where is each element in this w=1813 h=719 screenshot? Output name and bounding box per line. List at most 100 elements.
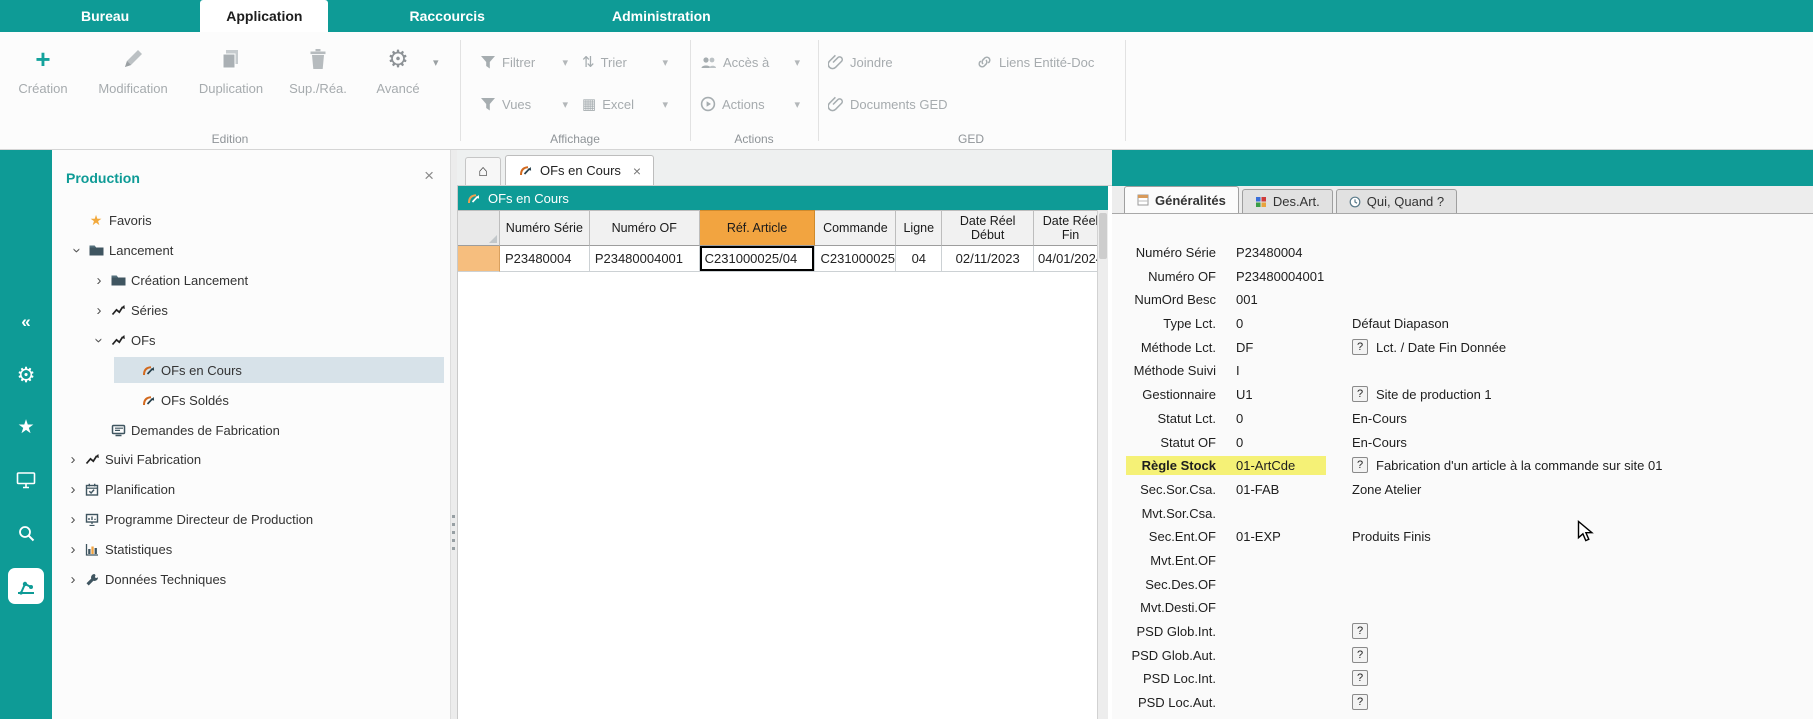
tree-item-programme-directeur[interactable]: › Programme Directeur de Production <box>52 506 444 532</box>
advanced-button[interactable]: ⚙ Avancé <box>353 42 443 96</box>
document-tab-ofs-en-cours[interactable]: OFs en Cours × <box>505 155 654 185</box>
close-tab-icon[interactable]: × <box>633 163 641 179</box>
menu-tab-bureau[interactable]: Bureau <box>55 0 155 32</box>
views-button[interactable]: Vues ▾ <box>480 94 568 114</box>
grid-header-ligne[interactable]: Ligne <box>896 210 942 246</box>
field-label: Mvt.Desti.OF <box>1112 600 1216 615</box>
menu-tab-application[interactable]: Application <box>200 0 328 32</box>
field-regle-stock: Règle Stock 01-ArtCde ? Fabrication d'un… <box>1112 455 1813 479</box>
expander-icon[interactable]: › <box>64 511 82 528</box>
help-button[interactable]: ? <box>1352 670 1368 686</box>
help-button[interactable]: ? <box>1352 457 1368 473</box>
mouse-cursor <box>1577 520 1599 544</box>
ged-documents-button[interactable]: Documents GED <box>828 94 948 114</box>
cell-ref-article-selected[interactable]: C231000025/04 <box>700 246 816 272</box>
tree-item-creation-lancement[interactable]: › Création Lancement <box>52 267 444 293</box>
expander-icon[interactable]: › <box>64 451 82 468</box>
modification-button[interactable]: Modification <box>88 42 178 96</box>
grid-header-ref-article[interactable]: Réf. Article <box>700 210 816 246</box>
cell-numero-of[interactable]: P23480004001 <box>590 246 700 272</box>
tree-item-label: Lancement <box>109 243 173 258</box>
menu-tab-raccourcis[interactable]: Raccourcis <box>383 0 510 32</box>
scrollbar-thumb[interactable] <box>1099 213 1107 259</box>
nav-desktop-button[interactable] <box>0 463 52 497</box>
help-button[interactable]: ? <box>1352 339 1368 355</box>
grid-header-select-all[interactable] <box>458 210 500 246</box>
actions-button[interactable]: Actions ▾ <box>700 94 800 114</box>
trend-arrow-icon <box>108 304 128 316</box>
field-desc: En-Cours <box>1352 411 1407 426</box>
excel-button[interactable]: ▦ Excel ▾ <box>582 94 668 114</box>
grid-header-commande[interactable]: Commande <box>815 210 896 246</box>
tree-item-planification[interactable]: › Planification <box>52 476 444 502</box>
tree-item-label: Statistiques <box>105 542 172 557</box>
home-tab[interactable]: ⌂ <box>465 157 501 185</box>
duplication-button[interactable]: Duplication <box>186 42 276 96</box>
help-button[interactable]: ? <box>1352 386 1368 402</box>
group-label-affichage: Affichage <box>550 132 600 146</box>
tree-item-demandes-fabrication[interactable]: Demandes de Fabrication <box>52 417 444 443</box>
tree-item-label: Données Techniques <box>105 572 226 587</box>
field-statut-lct: Statut Lct. 0 En-Cours <box>1112 408 1813 432</box>
collapse-panel-button[interactable]: « <box>0 305 52 339</box>
detail-header-strip <box>1112 150 1813 186</box>
expander-icon[interactable]: › <box>90 272 108 289</box>
filter-button[interactable]: Filtrer ▾ <box>480 52 568 72</box>
nav-search-button[interactable] <box>0 516 52 550</box>
sort-button[interactable]: ⇅ Trier ▾ <box>582 52 668 72</box>
cell-ligne[interactable]: 04 <box>896 246 942 272</box>
tree-item-series[interactable]: › Séries <box>52 297 444 323</box>
tree-item-favoris[interactable]: ★ Favoris <box>52 207 444 233</box>
expander-icon[interactable]: › <box>64 481 82 498</box>
access-button[interactable]: Accès à ▾ <box>700 52 800 72</box>
field-numero-of: Numéro OF P23480004001 <box>1112 266 1813 290</box>
help-button[interactable]: ? <box>1352 647 1368 663</box>
menu-tab-administration[interactable]: Administration <box>586 0 737 32</box>
field-label: PSD Glob.Aut. <box>1112 648 1216 663</box>
expander-icon[interactable]: › <box>64 541 82 558</box>
field-type-lct: Type Lct. 0 Défaut Diapason <box>1112 313 1813 337</box>
help-button[interactable]: ? <box>1352 694 1368 710</box>
detail-tab-bar: Généralités Des.Art. Qui, Quand ? <box>1112 186 1813 214</box>
tree-item-ofs-soldes[interactable]: OFs Soldés <box>52 387 444 413</box>
grid-header-date-debut[interactable]: Date Réel Début <box>942 210 1034 246</box>
creation-button[interactable]: + Création <box>0 42 88 96</box>
attach-button[interactable]: Joindre <box>828 52 893 72</box>
delete-button[interactable]: Sup./Réa. <box>273 42 363 96</box>
expander-icon[interactable]: › <box>90 302 108 319</box>
advanced-dropdown-icon[interactable]: ▾ <box>433 56 439 69</box>
cell-numero-serie[interactable]: P23480004 <box>500 246 590 272</box>
field-label: Mvt.Sor.Csa. <box>1112 506 1216 521</box>
expander-icon[interactable]: › <box>69 241 86 259</box>
grid-header-numero-of[interactable]: Numéro OF <box>590 210 700 246</box>
grid-vertical-scrollbar[interactable] <box>1097 210 1108 719</box>
tab-qui-quand[interactable]: Qui, Quand ? <box>1336 189 1457 213</box>
panel-close-button[interactable]: × <box>424 166 434 186</box>
expander-icon[interactable]: › <box>91 331 108 349</box>
duplicate-icon <box>186 42 276 76</box>
expander-icon[interactable]: › <box>64 571 82 588</box>
tree-item-statistiques[interactable]: › Statistiques <box>52 536 444 562</box>
tree-item-lancement[interactable]: › Lancement <box>52 237 444 263</box>
nav-settings-button[interactable]: ⚙ <box>0 358 52 392</box>
cell-date-debut[interactable]: 02/11/2023 <box>942 246 1034 272</box>
tree-item-donnees-techniques[interactable]: › Données Techniques <box>52 566 444 592</box>
entity-doc-links-button[interactable]: Liens Entité-Doc <box>976 52 1094 72</box>
tree-item-ofs-en-cours[interactable]: OFs en Cours <box>52 357 444 383</box>
field-label: Sec.Ent.OF <box>1112 529 1216 544</box>
nav-production-button[interactable] <box>8 568 44 604</box>
field-label: Sec.Sor.Csa. <box>1112 482 1216 497</box>
tree-item-suivi-fabrication[interactable]: › Suivi Fabrication <box>52 446 444 472</box>
nav-favorites-button[interactable]: ★ <box>0 410 52 444</box>
tree-item-ofs[interactable]: › OFs <box>52 327 444 353</box>
tree-item-label: OFs <box>131 333 156 348</box>
tab-generalites[interactable]: Généralités <box>1124 186 1239 213</box>
grid-header-numero-serie[interactable]: Numéro Série <box>500 210 590 246</box>
field-value: 0 <box>1236 435 1243 450</box>
row-selector-cell[interactable] <box>458 246 500 272</box>
field-value: U1 <box>1236 387 1253 402</box>
group-separator <box>460 40 461 141</box>
tab-des-art[interactable]: Des.Art. <box>1242 189 1333 213</box>
help-button[interactable]: ? <box>1352 623 1368 639</box>
cell-commande[interactable]: C231000025 <box>815 246 896 272</box>
